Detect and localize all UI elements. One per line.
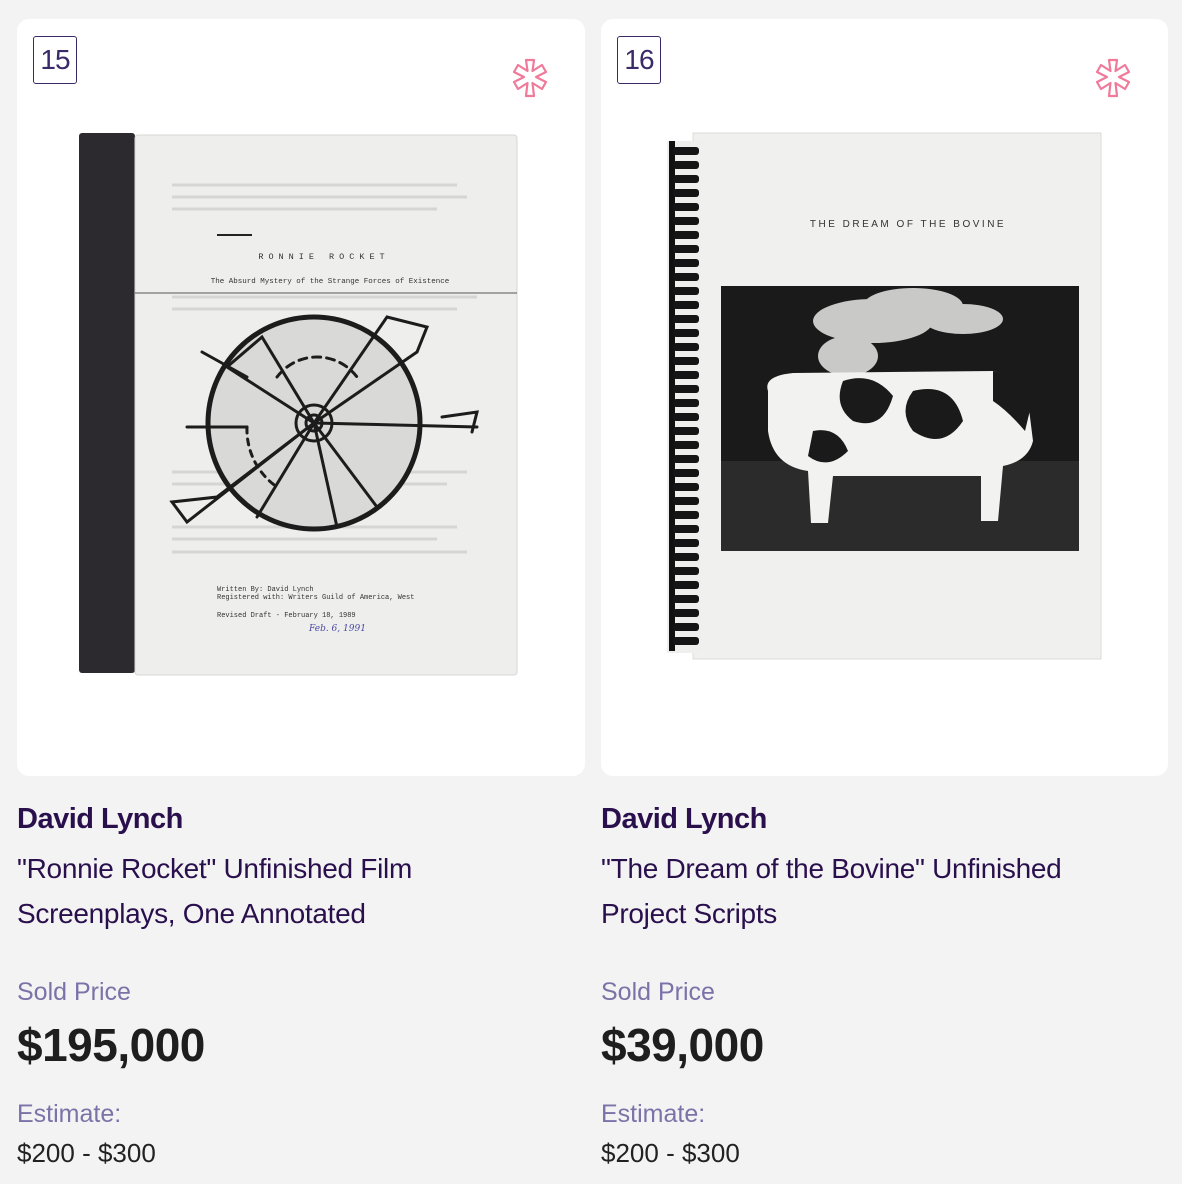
comb-tooth <box>673 273 699 281</box>
sold-price: $195,000 <box>17 1019 205 1071</box>
comb-tooth <box>673 427 699 435</box>
lot-photo: RONNIE ROCKET The Absurd Mystery of the … <box>79 133 518 676</box>
comb-tooth <box>673 147 699 155</box>
comb-tooth <box>673 161 699 169</box>
lot-image-card[interactable]: 15 RONNIE ROCKET The Absurd Mystery of t… <box>17 19 585 776</box>
comb-tooth <box>673 357 699 365</box>
estimate-value: $200 - $300 <box>601 1138 740 1168</box>
comb-tooth <box>673 511 699 519</box>
comb-tooth <box>673 343 699 351</box>
comb-tooth <box>673 259 699 267</box>
comb-tooth <box>673 539 699 547</box>
estimate-label: Estimate: <box>17 1100 122 1128</box>
script-revised: Revised Draft - February 18, 1989 <box>217 612 356 620</box>
comb-tooth <box>673 413 699 421</box>
comb-tooth <box>673 385 699 393</box>
estimate-value: $200 - $300 <box>17 1138 156 1168</box>
comb-tooth <box>673 469 699 477</box>
lot-number-badge: 16 <box>617 36 661 84</box>
comb-tooth <box>673 637 699 645</box>
lot-image-card[interactable]: 16 THE DREAM OF THE BOVINE <box>601 19 1168 776</box>
comb-tooth <box>673 441 699 449</box>
lot-artist[interactable]: David Lynch <box>601 803 767 836</box>
comb-tooth <box>673 301 699 309</box>
comb-tooth <box>673 175 699 183</box>
comb-tooth <box>673 609 699 617</box>
lot-title[interactable]: "The Dream of the Bovine" Unfinished Pro… <box>601 846 1141 936</box>
comb-tooth <box>673 287 699 295</box>
comb-tooth <box>673 329 699 337</box>
sold-price: $39,000 <box>601 1019 764 1071</box>
estimate-label: Estimate: <box>601 1100 706 1128</box>
lot-photo: THE DREAM OF THE BOVINE <box>667 132 1102 660</box>
script-subtitle: The Absurd Mystery of the Strange Forces… <box>211 278 450 286</box>
comb-tooth <box>673 483 699 491</box>
lot-artist[interactable]: David Lynch <box>17 803 183 836</box>
comb-tooth <box>673 595 699 603</box>
comb-binding <box>669 141 675 651</box>
comb-tooth <box>673 567 699 575</box>
comb-tooth <box>673 525 699 533</box>
comb-tooth <box>673 553 699 561</box>
comb-tooth <box>673 315 699 323</box>
asterisk-outline-icon[interactable] <box>509 57 551 99</box>
script-written-by: Written By: David Lynch <box>217 586 314 594</box>
comb-tooth <box>673 399 699 407</box>
comb-tooth <box>673 203 699 211</box>
binding-spine <box>79 133 135 673</box>
comb-tooth <box>673 189 699 197</box>
sold-price-label: Sold Price <box>17 978 131 1006</box>
comb-tooth <box>673 497 699 505</box>
comb-tooth <box>673 371 699 379</box>
comb-tooth <box>673 455 699 463</box>
script-registered: Registered with: Writers Guild of Americ… <box>217 594 414 602</box>
asterisk-outline-icon[interactable] <box>1092 57 1134 99</box>
script-heading: THE DREAM OF THE BOVINE <box>810 219 1006 230</box>
comb-tooth <box>673 245 699 253</box>
sold-price-label: Sold Price <box>601 978 715 1006</box>
lot-title[interactable]: "Ronnie Rocket" Unfinished Film Screenpl… <box>17 846 557 936</box>
comb-tooth <box>673 217 699 225</box>
comb-tooth <box>673 231 699 239</box>
handwritten-annotation: Feb. 6, 1991 <box>308 624 366 634</box>
comb-tooth <box>673 581 699 589</box>
lot-number-badge: 15 <box>33 36 77 84</box>
comb-tooth <box>673 623 699 631</box>
script-heading: RONNIE ROCKET <box>258 252 389 262</box>
